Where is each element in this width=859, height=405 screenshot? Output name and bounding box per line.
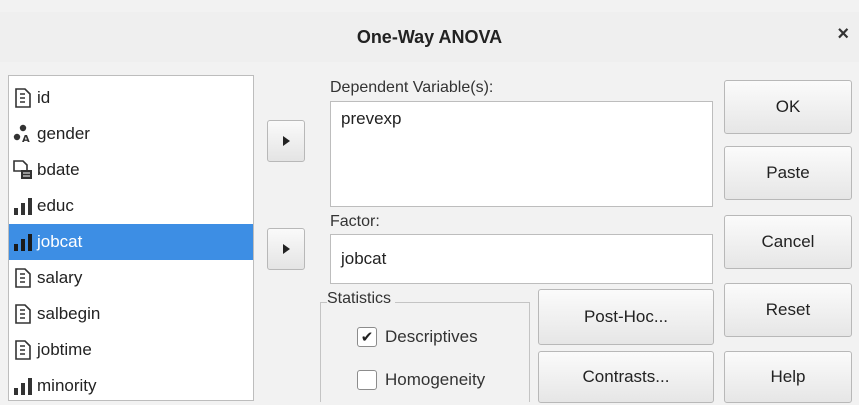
list-item-variable[interactable]: salary [9, 260, 253, 296]
ordinal-icon [13, 232, 33, 252]
list-item-variable[interactable]: educ [9, 188, 253, 224]
variable-name: bdate [37, 160, 80, 179]
list-item-variable[interactable]: jobtime [9, 332, 253, 368]
contrasts-button[interactable]: Contrasts... [538, 351, 714, 403]
dependent-variable-list[interactable]: prevexp [330, 101, 713, 207]
move-to-factor-button[interactable] [267, 228, 305, 270]
help-button[interactable]: Help [724, 351, 852, 403]
list-item-variable[interactable]: id [9, 80, 253, 116]
post-hoc-button[interactable]: Post-Hoc... [538, 289, 714, 345]
factor-field[interactable]: jobcat [330, 234, 713, 284]
list-item-variable[interactable]: bdate [9, 152, 253, 188]
variable-name: jobtime [37, 340, 92, 359]
ordinal-icon [13, 376, 33, 396]
variable-name: educ [37, 196, 74, 215]
close-icon[interactable]: × [837, 23, 849, 46]
arrow-right-icon [282, 136, 290, 146]
nominal-string-icon: A [13, 124, 33, 144]
arrow-right-icon [282, 244, 290, 254]
variable-name: gender [37, 124, 90, 143]
list-item-variable[interactable]: salbegin [9, 296, 253, 332]
ordinal-icon [13, 196, 33, 216]
variable-list[interactable]: id A gender bdate educ jobcat salary sal… [8, 75, 254, 401]
check-icon: ✔ [360, 328, 374, 346]
cancel-button[interactable]: Cancel [724, 215, 852, 269]
dependent-label: Dependent Variable(s): [330, 79, 494, 96]
checkbox-checked[interactable]: ✔ [357, 327, 377, 347]
dialog-title: One-Way ANOVA [356, 27, 503, 47]
dependent-variable-item[interactable]: prevexp [341, 109, 401, 128]
list-item-variable[interactable]: A gender [9, 116, 253, 152]
move-to-dependent-button[interactable] [267, 120, 305, 162]
variable-name: salary [37, 268, 83, 287]
variable-name: salbegin [37, 304, 101, 323]
title-bar: One-Way ANOVA × [0, 12, 859, 62]
svg-text:A: A [22, 134, 30, 144]
scale-icon [13, 268, 33, 288]
descriptives-checkbox[interactable]: ✔ Descriptives [357, 327, 478, 347]
list-item-variable[interactable]: minority [9, 368, 253, 400]
list-item-variable-selected[interactable]: jobcat [9, 224, 253, 260]
scale-icon [13, 340, 33, 360]
factor-value[interactable]: jobcat [341, 249, 386, 268]
homogeneity-label: Homogeneity [385, 370, 486, 389]
variable-name: jobcat [37, 232, 83, 251]
paste-button[interactable]: Paste [724, 146, 852, 200]
ok-button[interactable]: OK [724, 80, 852, 134]
scale-icon [13, 304, 33, 324]
checkbox-unchecked[interactable] [357, 370, 377, 390]
descriptives-label: Descriptives [385, 327, 478, 346]
variable-name: minority [37, 376, 97, 395]
homogeneity-checkbox[interactable]: Homogeneity [357, 370, 485, 390]
variable-name: id [37, 88, 51, 107]
statistics-label: Statistics [327, 290, 396, 308]
one-way-anova-dialog: One-Way ANOVA × id A gender bdate educ j… [0, 0, 859, 405]
factor-label: Factor: [330, 213, 380, 230]
reset-button[interactable]: Reset [724, 283, 852, 337]
date-icon [13, 160, 33, 180]
scale-icon [13, 88, 33, 108]
